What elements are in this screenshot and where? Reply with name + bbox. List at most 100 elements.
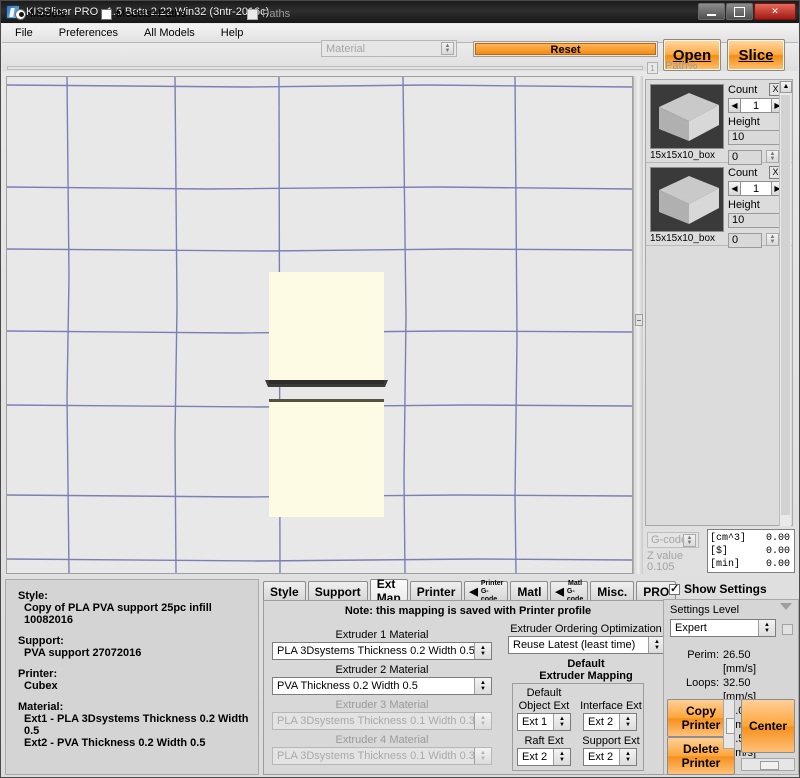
- vertical-mini-scrollbar[interactable]: [723, 699, 735, 749]
- settings-level-select[interactable]: Expert ▲ ▼: [670, 619, 776, 637]
- tab-misc[interactable]: Misc.: [590, 581, 635, 601]
- stat-row: [cm^3] 0.00: [710, 532, 790, 545]
- tab-support[interactable]: Support: [307, 581, 368, 601]
- tab-ext-map[interactable]: Ext Map: [369, 577, 408, 605]
- model-card[interactable]: 15x15x10_box Count X ◀ 1 ▶ Height 10 0 ▲…: [646, 80, 792, 165]
- summary-material-ext1: Ext1 - PLA 3Dsystems Thickness 0.2 Width…: [24, 713, 249, 737]
- scroll-up-icon[interactable]: ▲: [780, 81, 792, 93]
- summary-support-label: Support:: [18, 635, 64, 647]
- interface-ext-label: Interface Ext: [580, 700, 642, 712]
- path-slider-track: [7, 66, 643, 70]
- profile-summary-panel: Style: Copy of PLA PVA support 25pc infi…: [5, 579, 259, 775]
- menu-item-file[interactable]: File: [12, 26, 36, 40]
- raft-ext-value: Ext 2: [522, 751, 548, 763]
- stat-value: 0.00: [765, 533, 790, 544]
- tab-printer-gcode-line1: Printer: [480, 579, 504, 587]
- viewport-splitter[interactable]: [633, 76, 643, 574]
- model-count-stepper[interactable]: ◀ 1 ▶: [728, 98, 784, 113]
- menu-item-all-models[interactable]: All Models: [141, 26, 198, 40]
- summary-support-value: PVA support 27072016: [24, 647, 142, 659]
- settings-level-checkbox[interactable]: [782, 624, 793, 635]
- slice-button[interactable]: Slice: [727, 39, 785, 71]
- checkbox-paths-label: Paths: [262, 8, 291, 20]
- chevron-updown-icon: ▲ ▼: [553, 714, 570, 730]
- build-plate-viewport[interactable]: [6, 76, 633, 574]
- interface-ext-value: Ext 2: [588, 716, 614, 728]
- summary-printer-label: Printer:: [18, 668, 58, 680]
- horizontal-mini-scrollbar[interactable]: [741, 758, 795, 771]
- center-button[interactable]: Center: [741, 699, 795, 753]
- kisslicer-window: KISSlicer PRO v1.5 Beta 2.22 Win32 (3ntr…: [0, 0, 800, 778]
- mapping-title-line1: Default: [567, 658, 605, 670]
- tab-printer-gcode[interactable]: ◀ Printer G-code: [464, 579, 509, 603]
- tab-style[interactable]: Style: [263, 581, 306, 601]
- extruder-3-label: Extruder 3 Material: [335, 699, 429, 711]
- chevron-updown-icon: ▲ ▼: [758, 620, 775, 636]
- extruder-2-material-select[interactable]: PVA Thickness 0.2 Width 0.5 ▲ ▼: [272, 677, 492, 695]
- checkbox-models-paths-label: Models+Paths: [116, 8, 187, 20]
- object-ext-value: Ext 1: [522, 716, 548, 728]
- model-height-value[interactable]: 10: [728, 130, 786, 145]
- stat-unit: [min]: [710, 559, 741, 570]
- object-ext-select[interactable]: Ext 1 ▲ ▼: [517, 713, 571, 731]
- model-rotation-value[interactable]: 0: [728, 233, 762, 248]
- settings-level-value: Expert: [675, 622, 707, 634]
- stat-unit: [cm^3]: [710, 533, 747, 544]
- material-select-value: Material: [326, 42, 366, 55]
- path-percent-slider: 1 Path%: [7, 60, 697, 75]
- raft-ext-label: Raft Ext: [524, 735, 564, 747]
- model-card[interactable]: 15x15x10_box Count X ◀ 1 ▶ Height 10 0 ▲…: [646, 163, 792, 248]
- extruder-1-label: Extruder 1 Material: [335, 629, 429, 641]
- mapping-inner-title: Default: [526, 687, 562, 699]
- menu-item-preferences[interactable]: Preferences: [56, 26, 121, 40]
- checkbox-models-paths[interactable]: Models+Paths: [101, 8, 186, 20]
- stat-row: [min] 0.00: [710, 558, 790, 571]
- extruder-4-material-value: PLA 3Dsystems Thickness 0.1 Width 0.3: [277, 750, 475, 762]
- rotation-spinner-icon[interactable]: ▲ ▼: [766, 150, 779, 163]
- menu-item-help[interactable]: Help: [218, 26, 247, 40]
- settings-tab-bar: Style Support Ext Map Printer ◀ Printer …: [263, 577, 677, 605]
- model-thumbnail: [650, 167, 724, 232]
- chevron-updown-icon: ▲ ▼: [474, 713, 491, 729]
- copy-printer-line1: Copy: [686, 704, 716, 718]
- support-ext-select[interactable]: Ext 2 ▲ ▼: [583, 748, 637, 766]
- extruder-1-material-select[interactable]: PLA 3Dsystems Thickness 0.2 Width 0.5 ▲ ▼: [272, 642, 492, 660]
- count-value[interactable]: 1: [741, 98, 771, 113]
- raft-ext-select[interactable]: Ext 2 ▲ ▼: [517, 748, 571, 766]
- extruder-1-material-value: PLA 3Dsystems Thickness 0.2 Width 0.5: [277, 645, 475, 657]
- ordering-optimization-select[interactable]: Reuse Latest (least time) ▲ ▼: [508, 636, 666, 654]
- extruder-4-material-select: PLA 3Dsystems Thickness 0.1 Width 0.3 ▲ ▼: [272, 747, 492, 765]
- maximize-button[interactable]: [726, 3, 753, 20]
- count-decrement-button[interactable]: ◀: [728, 181, 741, 196]
- gcode-layer-select: G-code ▲ ▼: [647, 532, 699, 548]
- radio-models[interactable]: Models: [15, 8, 65, 20]
- show-settings-checkbox[interactable]: Show Settings: [669, 582, 767, 596]
- count-value[interactable]: 1: [741, 181, 771, 196]
- stat-unit: [$]: [710, 546, 729, 557]
- scroll-thumb[interactable]: [781, 95, 790, 515]
- close-button[interactable]: ✕: [754, 3, 796, 20]
- tab-printer[interactable]: Printer: [409, 581, 463, 601]
- splitter-handle[interactable]: [635, 314, 643, 326]
- model-list-scrollbar[interactable]: ▲: [779, 81, 792, 526]
- reset-button-wrap: Reset: [473, 41, 658, 57]
- model-height-value[interactable]: 10: [728, 213, 786, 228]
- tab-matl-gcode[interactable]: ◀ Matl G-code: [550, 580, 589, 603]
- tab-matl[interactable]: Matl: [510, 581, 549, 601]
- window-controls: ✕: [698, 3, 796, 20]
- model-count-stepper[interactable]: ◀ 1 ▶: [728, 181, 784, 196]
- count-decrement-button[interactable]: ◀: [728, 98, 741, 113]
- extruder-4-label: Extruder 4 Material: [335, 734, 429, 746]
- rotation-spinner-icon[interactable]: ▲ ▼: [766, 233, 779, 246]
- left-triangle-icon: ◀: [469, 586, 478, 598]
- path-percent-label: Path%: [665, 60, 698, 72]
- ext-map-note: Note: this mapping is saved with Printer…: [344, 605, 592, 617]
- chevron-down-icon[interactable]: [780, 603, 792, 610]
- minimize-button[interactable]: [698, 3, 725, 20]
- reset-button[interactable]: Reset: [475, 43, 656, 56]
- model-thumbnail: [650, 84, 724, 149]
- show-settings-check-icon: [669, 582, 680, 595]
- interface-ext-select[interactable]: Ext 2 ▲ ▼: [583, 713, 637, 731]
- chevron-updown-icon: ▲ ▼: [619, 714, 636, 730]
- model-height-label: Height: [728, 199, 760, 211]
